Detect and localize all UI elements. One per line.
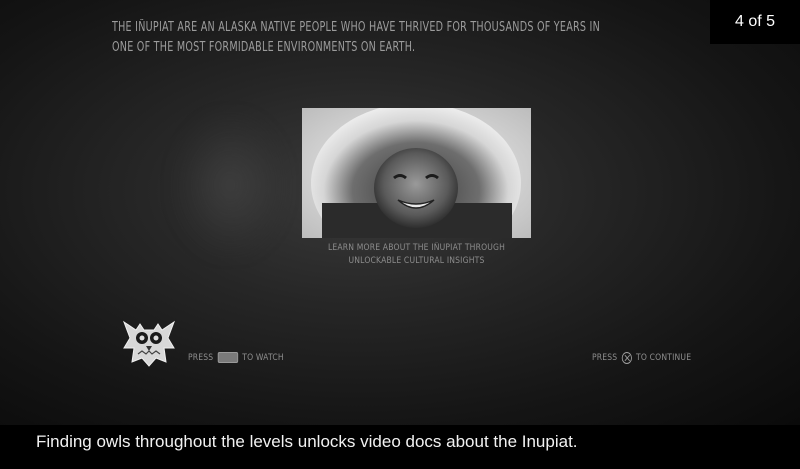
slide-counter: 4 of 5 xyxy=(710,0,800,44)
inupiat-child-photo xyxy=(302,108,531,238)
headline-line-2: one of the most formidable environments … xyxy=(112,40,416,55)
prompt-continue-label: to continue xyxy=(636,353,692,363)
cultural-insight-text: Learn more about the Iñupiat through unl… xyxy=(319,242,514,268)
background-figure xyxy=(170,110,290,260)
prompt-continue-press: Press xyxy=(592,353,618,363)
prompt-watch-press: Press xyxy=(188,352,214,363)
cross-button-icon xyxy=(621,352,632,364)
slide-caption: Finding owls throughout the levels unloc… xyxy=(36,432,578,451)
prompt-watch-label: to watch xyxy=(242,352,284,363)
headline-line-1: The Iñupiat are an Alaska Native people … xyxy=(112,20,601,35)
insight-line-2: unlockable cultural insights xyxy=(348,256,485,266)
press-to-continue-prompt: Press to continue xyxy=(592,352,691,364)
press-to-watch-prompt: Press to watch xyxy=(188,352,284,363)
owl-icon xyxy=(122,320,176,367)
touchpad-button-icon xyxy=(217,352,238,363)
insight-line-1: Learn more about the Iñupiat through xyxy=(327,243,506,253)
headline-text: The Iñupiat are an Alaska Native people … xyxy=(112,18,604,58)
slideshow-image: The Iñupiat are an Alaska Native people … xyxy=(0,0,800,425)
